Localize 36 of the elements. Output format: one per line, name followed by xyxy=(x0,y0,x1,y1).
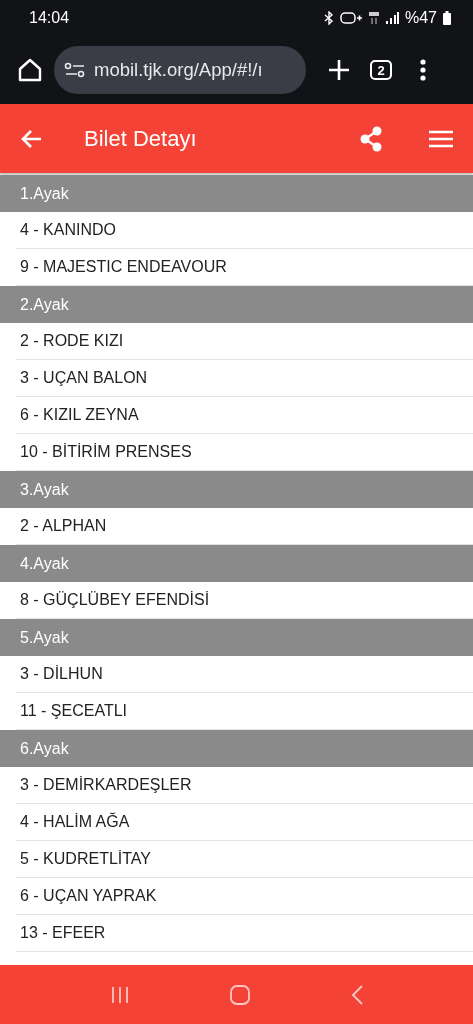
menu-icon[interactable] xyxy=(429,129,453,148)
home-icon[interactable] xyxy=(230,984,251,1005)
address-bar[interactable]: mobil.tjk.org/App/#!/ı xyxy=(54,46,306,94)
battery-percent: %47 xyxy=(404,9,437,27)
share-icon[interactable] xyxy=(359,125,383,152)
leg-header: 2.Ayak xyxy=(0,286,473,323)
clock-time: 14:04 xyxy=(29,9,70,27)
horse-row[interactable]: 3 - DEMİRKARDEŞLER xyxy=(16,767,473,804)
horse-row[interactable]: 2 - RODE KIZI xyxy=(16,323,473,360)
horse-row[interactable]: 3 - UÇAN BALON xyxy=(16,360,473,397)
back-icon[interactable] xyxy=(350,984,363,1005)
horse-row[interactable]: 4 - HALİM AĞA xyxy=(16,804,473,841)
horse-row[interactable]: 6 - KIZIL ZEYNA xyxy=(16,397,473,434)
url-text: mobil.tjk.org/App/#!/ı xyxy=(94,59,263,81)
leg-header: 6.Ayak xyxy=(0,730,473,767)
new-tab-button[interactable] xyxy=(328,59,350,81)
bluetooth-icon xyxy=(323,11,334,25)
horse-row[interactable]: 6 - UÇAN YAPRAK xyxy=(16,878,473,915)
hd-voice-icon xyxy=(339,12,362,24)
signal-icon xyxy=(385,12,399,24)
home-button[interactable] xyxy=(16,56,44,84)
back-arrow-icon[interactable] xyxy=(20,128,42,149)
leg-header: 5.Ayak xyxy=(0,619,473,656)
leg-header: 1.Ayak xyxy=(0,175,473,212)
leg-header: 3.Ayak xyxy=(0,471,473,508)
recent-apps-icon[interactable] xyxy=(110,985,131,1004)
battery-icon xyxy=(443,11,451,25)
leg-header: 4.Ayak xyxy=(0,545,473,582)
horse-row[interactable]: 3 - DİLHUN xyxy=(16,656,473,693)
horse-row[interactable]: 4 - KANINDO xyxy=(16,212,473,249)
site-settings-icon xyxy=(64,62,86,78)
page-title: Bilet Detayı xyxy=(84,125,198,152)
more-menu-icon[interactable] xyxy=(420,59,426,81)
horse-row[interactable]: 13 - EFEER xyxy=(16,915,473,952)
tab-switcher-button[interactable]: 2 xyxy=(370,60,392,80)
horse-row[interactable]: 5 - KUDRETLİTAY xyxy=(16,841,473,878)
